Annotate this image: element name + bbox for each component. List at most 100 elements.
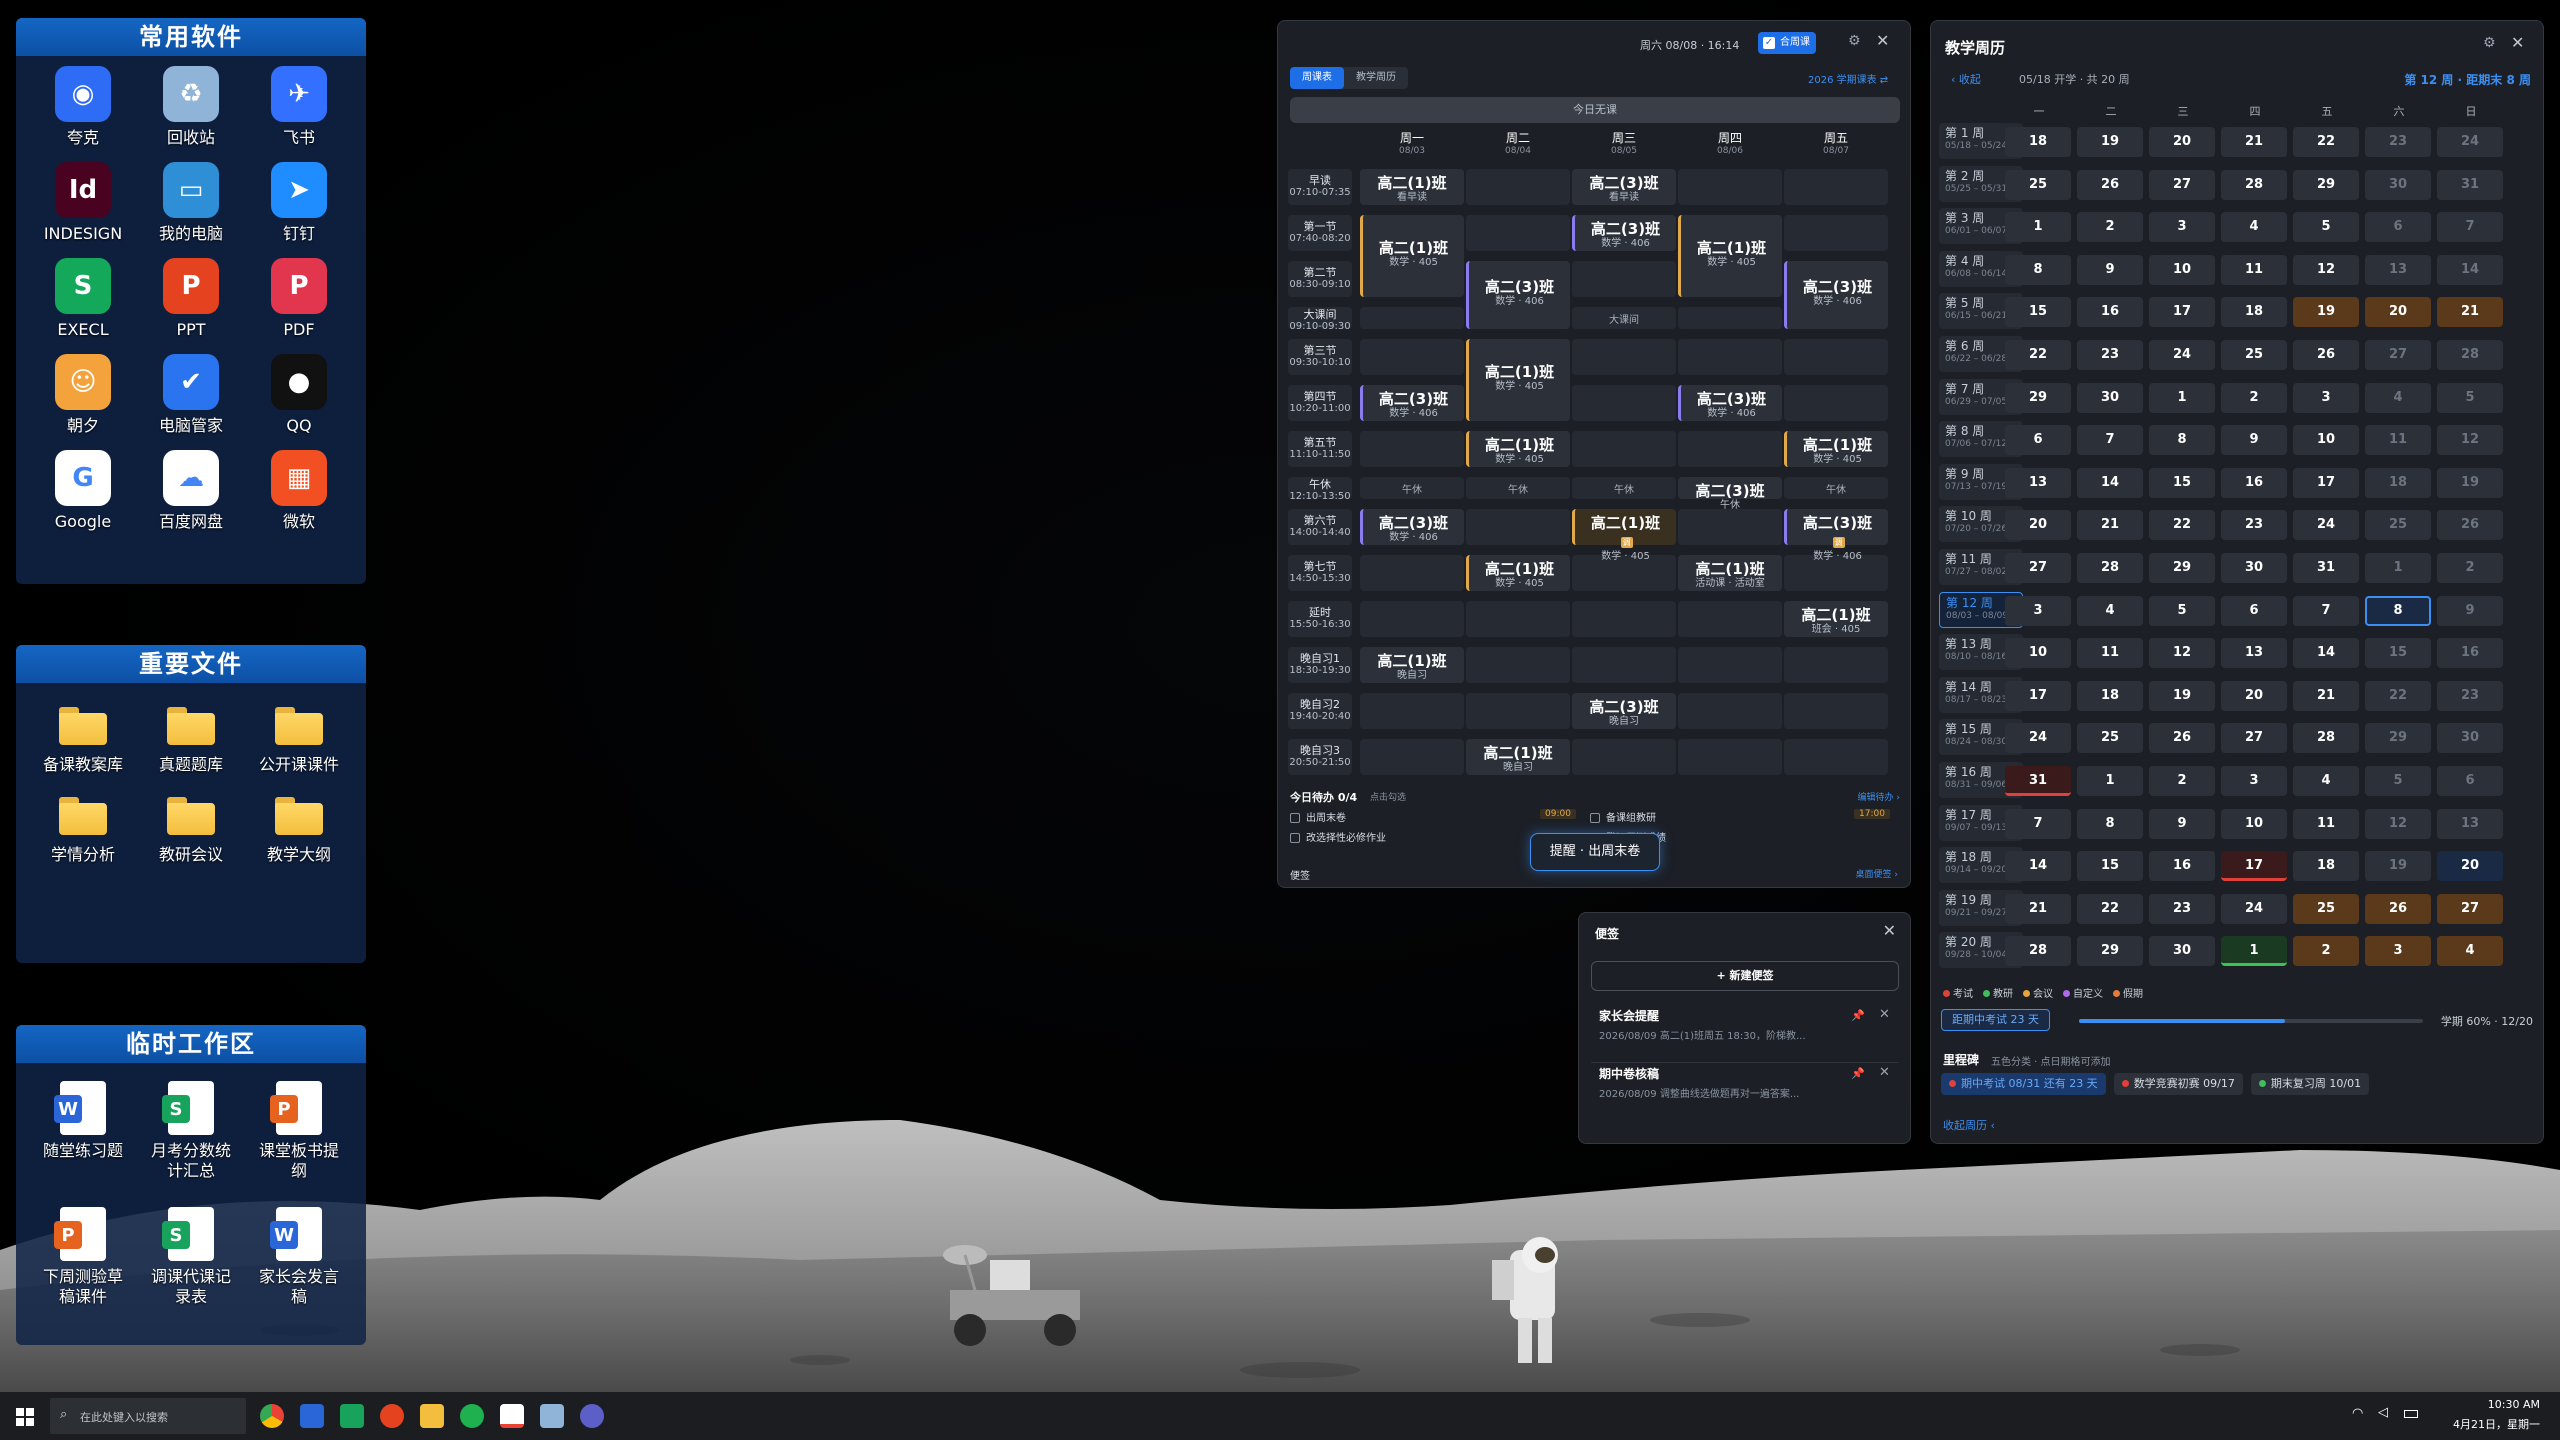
note-item[interactable]: 期中卷核稿 2026/08/09 调整曲线选做题再对一遍答案... 📌 ✕ [1591,1063,1899,1121]
calendar-day[interactable]: 6 [2221,595,2287,626]
schedule-cell[interactable] [1784,647,1888,683]
calendar-day[interactable]: 13 [2005,467,2071,498]
class-block[interactable]: 高二(3)班 晚自习 [1572,693,1676,729]
calendar-day[interactable]: 9 [2149,808,2215,839]
close-icon[interactable]: ✕ [2511,33,2524,52]
class-block[interactable]: 高二(1)班 晚自习 [1360,647,1464,683]
ppt-icon[interactable] [380,1404,404,1428]
calendar-day[interactable]: 23 [2149,893,2215,924]
calendar-day[interactable]: 23 [2077,340,2143,370]
calendar-day[interactable]: 16 [2077,297,2143,328]
schedule-cell[interactable] [1784,385,1888,421]
schedule-cell[interactable] [1466,215,1570,251]
calendar-day[interactable]: 27 [2005,553,2071,583]
app-shortcut[interactable]: ✔ 电脑管家 [137,354,245,450]
class-block[interactable]: 高二(1)班 班会 · 405 [1784,601,1888,637]
calendar-day[interactable]: 9 [2221,425,2287,456]
calendar-day[interactable]: 27 [2149,169,2215,200]
calendar-day[interactable]: 1 [2365,553,2431,583]
delete-icon[interactable]: ✕ [1879,1065,1890,1080]
collapse-calendar-link[interactable]: 收起周历 ‹ [1943,1117,1995,1133]
calendar-day[interactable]: 21 [2221,127,2287,157]
calendar-day[interactable]: 11 [2221,254,2287,285]
schedule-cell[interactable] [1678,431,1782,467]
calendar-day[interactable]: 19 [2149,680,2215,711]
calendar-day[interactable]: 1 [2005,212,2071,243]
calendar-day[interactable]: 18 [2221,297,2287,328]
calendar-day[interactable]: 29 [2077,936,2143,967]
class-block[interactable]: 高二(1)班 数学 · 405 [1466,431,1570,467]
app-shortcut[interactable]: ➤ 钉钉 [245,162,353,258]
calendar-day[interactable]: 17 [2149,297,2215,328]
calendar-day[interactable]: 14 [2005,851,2071,882]
class-block[interactable]: 高二(1)班 晚自习 [1466,739,1570,775]
calendar-day[interactable]: 7 [2005,808,2071,839]
calendar-day[interactable]: 19 [2365,851,2431,882]
schedule-cell[interactable] [1678,693,1782,729]
file-explorer-icon[interactable] [420,1404,444,1428]
calendar-day[interactable]: 21 [2005,893,2071,924]
calendar-day[interactable]: 28 [2221,169,2287,200]
calendar-day[interactable]: 24 [2293,510,2359,541]
calendar-day[interactable]: 7 [2437,212,2503,243]
folder-shortcut[interactable]: 真题题库 [137,693,245,783]
calendar-day[interactable]: 31 [2437,169,2503,200]
schedule-cell[interactable] [1572,385,1676,421]
excel-icon[interactable] [340,1404,364,1428]
calendar-day[interactable]: 11 [2365,425,2431,456]
calendar-day[interactable]: 31 [2005,766,2071,796]
schedule-cell[interactable] [1572,647,1676,683]
document-shortcut[interactable]: S 月考分数统计汇总 [137,1077,245,1203]
battery-icon[interactable] [2404,1410,2418,1418]
teams-icon[interactable] [580,1404,604,1428]
document-shortcut[interactable]: W 随堂练习题 [29,1077,137,1203]
schedule-cell[interactable] [1360,431,1464,467]
calendar-day[interactable]: 2 [2293,936,2359,967]
schedule-cell[interactable] [1784,339,1888,375]
calendar-day[interactable]: 24 [2005,723,2071,754]
windows-start-icon[interactable] [16,1408,34,1426]
calendar-day[interactable]: 14 [2077,467,2143,498]
calendar-day[interactable]: 8 [2077,808,2143,839]
taskbar-search[interactable]: ⌕ 在此处键入以搜索 [50,1398,246,1434]
class-block[interactable]: 高二(1)班 数学 · 405 [1466,339,1570,421]
calendar-day[interactable]: 24 [2221,893,2287,924]
app-shortcut[interactable]: ☁ 百度网盘 [137,450,245,546]
calendar-day[interactable]: 28 [2437,340,2503,370]
schedule-cell[interactable] [1572,261,1676,297]
schedule-cell[interactable] [1572,339,1676,375]
schedule-cell[interactable] [1678,169,1782,205]
calendar-day[interactable]: 12 [2365,808,2431,839]
adjust-toggle[interactable]: ✓ 合周课 [1758,32,1816,54]
todo-item[interactable]: 出周末卷 09:00 [1290,809,1590,825]
calendar-day[interactable]: 23 [2365,127,2431,157]
app-shortcut[interactable]: ▦ 微软 [245,450,353,546]
schedule-cell[interactable] [1678,307,1782,329]
calendar-day[interactable]: 20 [2221,680,2287,711]
class-block[interactable]: 高二(3)班 数学 · 406 [1784,261,1888,329]
calendar-day[interactable]: 19 [2077,127,2143,157]
calendar-day[interactable]: 3 [2365,936,2431,967]
folder-shortcut[interactable]: 教研会议 [137,783,245,873]
app-shortcut[interactable]: G Google [29,450,137,546]
todo-item[interactable]: 备课组教研 17:00 [1590,809,1890,825]
calendar-day[interactable]: 23 [2437,680,2503,711]
calendar-day[interactable]: 20 [2437,851,2503,882]
calendar-day[interactable]: 29 [2365,723,2431,754]
toast[interactable]: 提醒 · 出周末卷 [1530,833,1660,871]
schedule-cell[interactable] [1678,509,1782,545]
schedule-cell[interactable] [1466,509,1570,545]
document-shortcut[interactable]: S 调课代课记录表 [137,1203,245,1329]
schedule-cell[interactable] [1678,601,1782,637]
calendar-day[interactable]: 30 [2149,936,2215,967]
calendar-day[interactable]: 26 [2149,723,2215,754]
calendar-day[interactable]: 24 [2149,340,2215,370]
calendar-day[interactable]: 11 [2077,638,2143,669]
calendar-day[interactable]: 20 [2365,297,2431,328]
calendar-day[interactable]: 21 [2437,297,2503,328]
calendar-day[interactable]: 9 [2077,254,2143,285]
calendar-day[interactable]: 3 [2149,212,2215,243]
calendar-day[interactable]: 29 [2005,382,2071,413]
calendar-day[interactable]: 2 [2077,212,2143,243]
calendar-day[interactable]: 29 [2293,169,2359,200]
